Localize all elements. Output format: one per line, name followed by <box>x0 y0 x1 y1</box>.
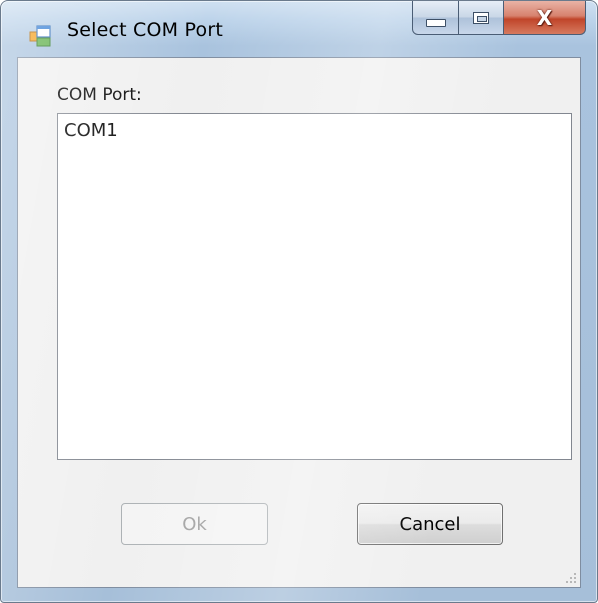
maximize-icon <box>473 11 489 24</box>
close-button[interactable]: X <box>504 1 586 35</box>
cancel-button[interactable]: Cancel <box>357 503 503 545</box>
window-app-icon <box>29 25 51 47</box>
maximize-button[interactable] <box>459 1 504 35</box>
close-icon: X <box>536 5 553 30</box>
com-port-listbox[interactable]: COM1 <box>57 113 572 460</box>
com-port-list-item[interactable]: COM1 <box>64 120 118 141</box>
ok-button[interactable]: Ok <box>121 503 268 545</box>
minimize-icon <box>425 18 446 27</box>
minimize-button[interactable] <box>412 1 459 35</box>
window-title: Select COM Port <box>67 19 223 41</box>
select-com-port-dialog: Select COM Port X COM Port: COM1 Ok Canc… <box>0 0 598 603</box>
resize-grip-icon[interactable] <box>565 572 577 584</box>
com-port-label: COM Port: <box>57 85 142 105</box>
dialog-client-area: COM Port: COM1 Ok Cancel <box>17 57 581 588</box>
caption-buttons: X <box>412 1 586 37</box>
